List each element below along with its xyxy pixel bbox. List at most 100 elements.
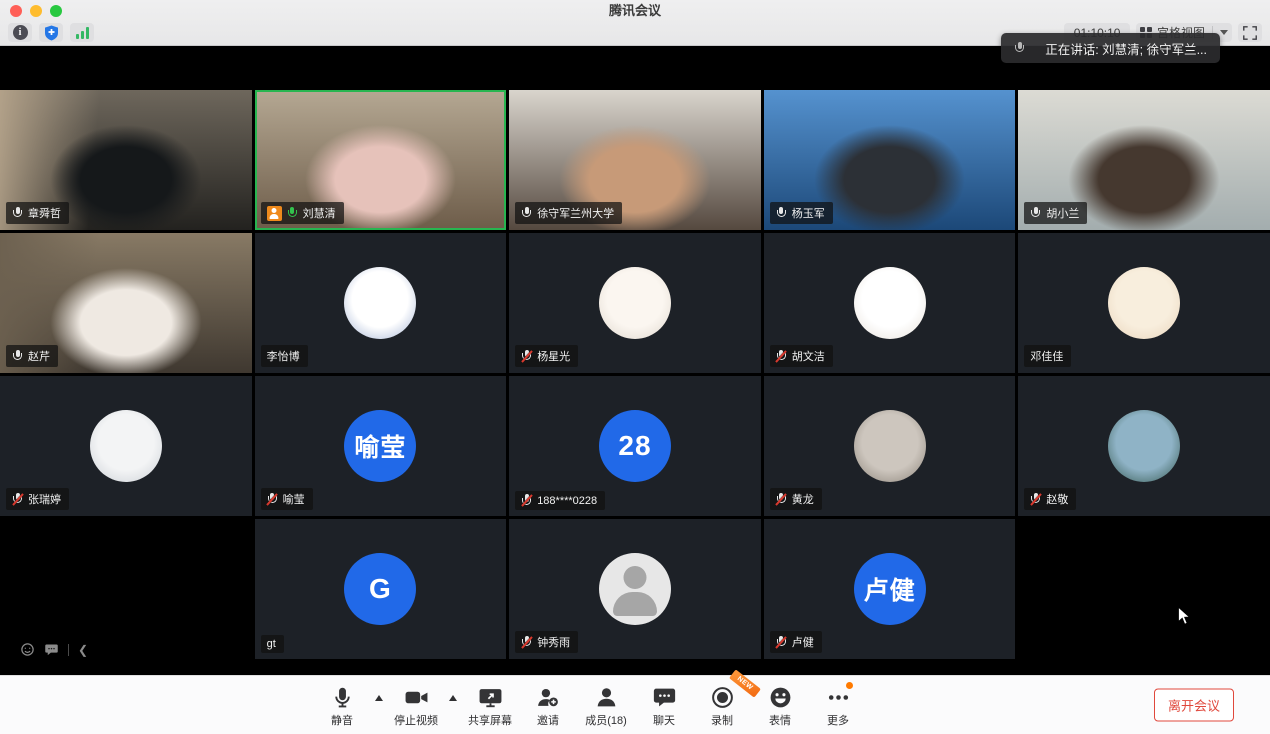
participant-name: 胡小兰 — [1046, 205, 1079, 221]
emoji-button[interactable]: 表情 — [751, 683, 809, 728]
meeting-info-button[interactable]: i — [8, 23, 32, 42]
meeting-window: 腾讯会议 i 01:10:10 宫格视图 — [0, 0, 1270, 734]
participant-name: 邓佳佳 — [1030, 348, 1063, 364]
mic-status-icon — [521, 636, 532, 649]
avatar — [854, 267, 926, 339]
emoji-reaction-icon[interactable] — [20, 642, 35, 657]
emoji-smiley-icon — [768, 685, 793, 710]
participant-name-label: 邓佳佳 — [1024, 345, 1071, 367]
participant-name: 钟秀雨 — [537, 634, 570, 650]
mic-status-icon — [1030, 493, 1041, 506]
chat-button[interactable]: 聊天 — [635, 683, 693, 728]
leave-meeting-button[interactable]: 离开会议 — [1154, 689, 1234, 722]
participant-name-label: 黄龙 — [770, 488, 822, 510]
participant-tile[interactable]: 章舜哲 — [0, 90, 252, 230]
close-button[interactable] — [10, 5, 22, 17]
zoom-button[interactable] — [50, 5, 62, 17]
microphone-icon — [330, 685, 355, 710]
participant-tile[interactable]: 钟秀雨 — [509, 519, 761, 659]
minimize-button[interactable] — [30, 5, 42, 17]
avatar: 卢健 — [854, 553, 926, 625]
participant-name: 188****0228 — [537, 495, 597, 507]
members-label: 成员(18) — [585, 712, 627, 728]
title-bar: 腾讯会议 — [0, 0, 1270, 22]
video-options-caret[interactable] — [445, 695, 461, 701]
participant-name-label: 杨玉军 — [770, 202, 833, 224]
members-button[interactable]: 成员(18) — [577, 683, 635, 728]
participant-name: 卢健 — [792, 634, 814, 650]
more-notification-dot — [846, 682, 853, 689]
participant-name-label: 卢健 — [770, 631, 822, 653]
participant-tile[interactable]: 徐守军兰州大学 — [509, 90, 761, 230]
layout-caret-icon[interactable] — [1220, 30, 1228, 35]
stop-video-label: 停止视频 — [394, 712, 438, 728]
mic-status-icon — [287, 207, 298, 220]
avatar — [344, 267, 416, 339]
participant-name: 杨星光 — [537, 348, 570, 364]
audio-options-caret[interactable] — [371, 695, 387, 701]
collapse-chevron-icon[interactable]: ❮ — [78, 643, 88, 657]
avatar: 28 — [599, 410, 671, 482]
participant-tile[interactable]: 胡小兰 — [1018, 90, 1270, 230]
avatar — [1108, 267, 1180, 339]
camera-icon — [403, 685, 430, 710]
video-grid-row: G gt 钟秀雨 卢健 卢健 — [0, 519, 1270, 659]
record-button[interactable]: NEW 录制 — [693, 683, 751, 728]
fullscreen-icon — [1243, 26, 1257, 40]
avatar: 喻莹 — [344, 410, 416, 482]
mute-label: 静音 — [331, 712, 353, 728]
avatar — [90, 410, 162, 482]
participant-tile[interactable]: 喻莹 喻莹 — [255, 376, 507, 516]
participant-name-label: 章舜哲 — [6, 202, 69, 224]
active-speaker-text: 正在讲话: 刘慧清; 徐守军兰... — [1045, 39, 1207, 58]
mic-status-icon — [776, 207, 787, 220]
participant-tile[interactable]: 卢健 卢健 — [764, 519, 1016, 659]
participant-name-label: 徐守军兰州大学 — [515, 202, 622, 224]
emoji-label: 表情 — [769, 712, 791, 728]
participant-name-label: 赵敬 — [1024, 488, 1076, 510]
info-icon: i — [13, 25, 28, 40]
participant-tile[interactable]: 杨玉军 — [764, 90, 1016, 230]
chat-label: 聊天 — [653, 712, 675, 728]
participant-tile[interactable]: 28 188****0228 — [509, 376, 761, 516]
meeting-security-button[interactable] — [39, 23, 63, 42]
participant-tile[interactable]: 黄龙 — [764, 376, 1016, 516]
stop-video-button[interactable]: 停止视频 — [387, 683, 445, 728]
participant-tile[interactable]: 邓佳佳 — [1018, 233, 1270, 373]
overlay-mini-tools: ❮ — [20, 642, 88, 657]
invite-person-icon — [535, 685, 561, 710]
participant-tile[interactable]: 赵敬 — [1018, 376, 1270, 516]
share-screen-button[interactable]: 共享屏幕 — [461, 683, 519, 728]
record-label: 录制 — [711, 712, 733, 728]
avatar — [599, 553, 671, 625]
invite-button[interactable]: 邀请 — [519, 683, 577, 728]
participant-tile[interactable]: 张瑞婷 — [0, 376, 252, 516]
members-person-icon — [594, 685, 619, 710]
participant-tile-active-speaker[interactable]: 刘慧清 — [255, 90, 507, 230]
participant-tile[interactable]: G gt — [255, 519, 507, 659]
participant-name: 喻莹 — [283, 491, 305, 507]
traffic-lights — [10, 5, 62, 17]
participant-tile[interactable]: 杨星光 — [509, 233, 761, 373]
participant-tile[interactable]: 李怡博 — [255, 233, 507, 373]
video-grid-row: 赵芹 李怡博 杨星光 胡文洁 邓佳佳 — [0, 233, 1270, 373]
participant-tile[interactable]: 赵芹 — [0, 233, 252, 373]
active-speaker-tooltip: 正在讲话: 刘慧清; 徐守军兰... — [1001, 33, 1220, 63]
mic-status-icon — [521, 207, 532, 220]
mute-button[interactable]: 静音 — [313, 683, 371, 728]
network-signal-icon — [76, 27, 89, 39]
chat-bubble-icon[interactable] — [44, 642, 59, 657]
participant-name-label: 刘慧清 — [261, 202, 344, 224]
fullscreen-button[interactable] — [1238, 23, 1262, 42]
participant-name: 杨玉军 — [792, 205, 825, 221]
participant-name-label: 赵芹 — [6, 345, 58, 367]
participant-tile[interactable]: 胡文洁 — [764, 233, 1016, 373]
network-status-button[interactable] — [70, 23, 94, 42]
empty-grid-cell — [1018, 519, 1270, 659]
mic-status-icon — [267, 493, 278, 506]
meeting-toolbar: 静音 停止视频 共享屏幕 邀请 成员(18) 聊天 — [0, 675, 1270, 734]
participant-name: gt — [267, 638, 276, 650]
participant-name-label: 钟秀雨 — [515, 631, 578, 653]
avatar — [1108, 410, 1180, 482]
more-button[interactable]: 更多 — [809, 683, 867, 728]
